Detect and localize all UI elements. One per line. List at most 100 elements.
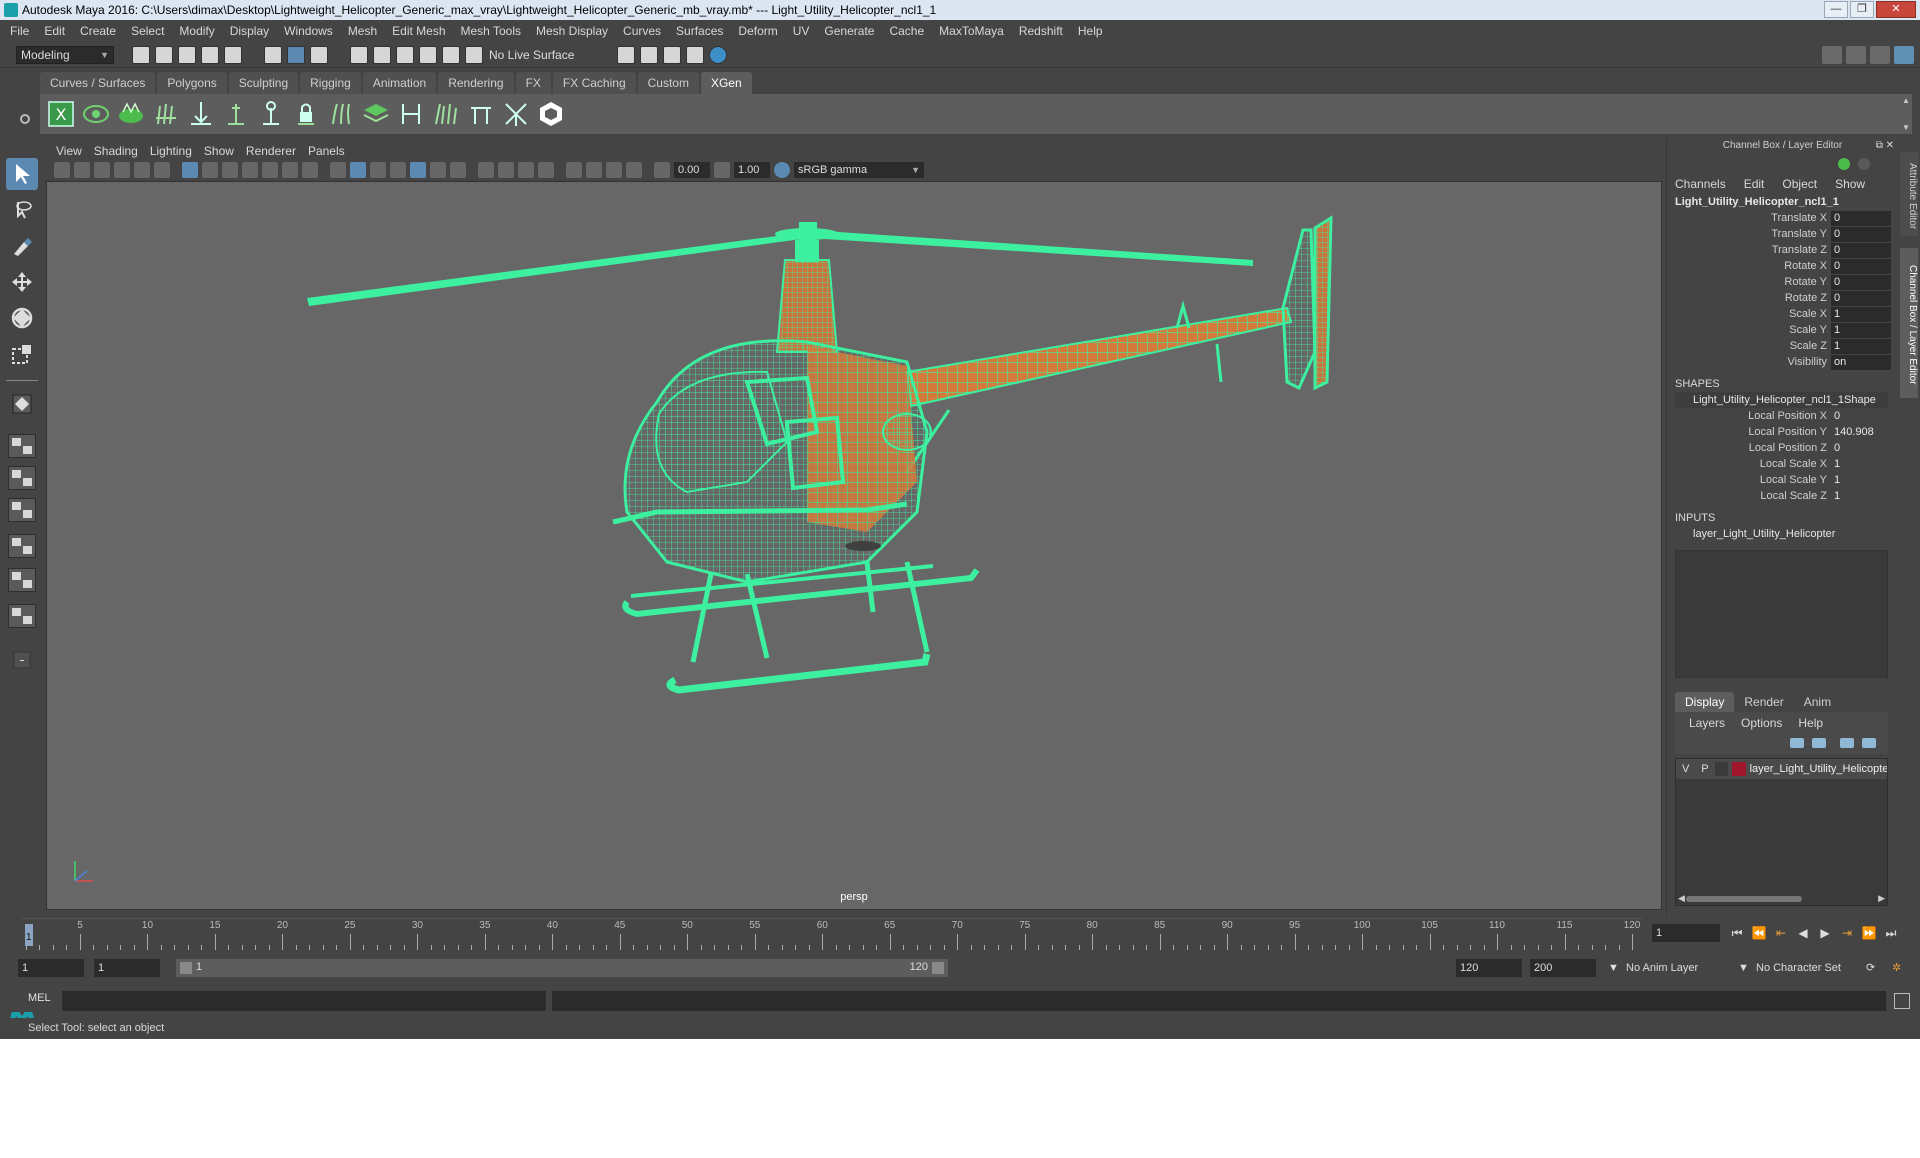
open-scene-icon[interactable]	[155, 45, 173, 64]
time-slider-track[interactable]: 5 10 15 20 25 30 35 40 45 50 55 60 65 70 75 80 85 90 95 100…	[22, 918, 1642, 950]
xgen-guides-to-curves-icon[interactable]	[326, 99, 356, 129]
shelf-tab-rendering[interactable]: Rendering	[438, 72, 514, 94]
shelf-tab-custom[interactable]: Custom	[637, 72, 699, 94]
new-scene-icon[interactable]	[132, 45, 150, 64]
play-backwards-icon[interactable]: ◀	[1794, 924, 1812, 942]
menu-display[interactable]: Display	[224, 24, 278, 38]
character-set-select[interactable]: No Character Set	[1752, 959, 1862, 977]
layer-color-swatch[interactable]	[1732, 762, 1746, 776]
live-surface-label[interactable]: No Live Surface	[489, 48, 589, 62]
layout-two-view-icon[interactable]	[8, 498, 36, 522]
tool-settings-icon[interactable]	[1870, 46, 1890, 64]
minimize-button[interactable]: —	[1824, 1, 1848, 18]
layer-tab-render[interactable]: Render	[1734, 692, 1793, 712]
layout-single-view-icon[interactable]	[8, 466, 36, 490]
shelf-scroll-down-icon[interactable]: ▼	[1902, 123, 1912, 132]
close-button[interactable]: ✕	[1876, 1, 1916, 18]
save-scene-icon[interactable]	[178, 45, 196, 64]
shelf-gear-icon[interactable]	[20, 114, 30, 124]
anim-layer-select[interactable]: No Anim Layer	[1622, 959, 1740, 977]
channel-box-icon[interactable]	[1894, 46, 1914, 64]
menu-create[interactable]: Create	[74, 24, 125, 38]
playback-end-field[interactable]: 120	[1456, 959, 1522, 977]
channel-rotate-z[interactable]: Rotate Z 0	[1667, 290, 1898, 306]
move-layer-down-icon[interactable]	[1812, 738, 1826, 748]
time-slider[interactable]: 5 10 15 20 25 30 35 40 45 50 55 60 65 70 75 80 85 90 95 100…	[0, 916, 1920, 952]
scrollbar-thumb[interactable]	[1686, 896, 1802, 902]
menu-mesh[interactable]: Mesh	[342, 24, 386, 38]
shelf-tab-curves-surfaces[interactable]: Curves / Surfaces	[40, 72, 156, 94]
layout-hypershade-view-icon[interactable]	[8, 604, 36, 628]
viewport-menu-shading[interactable]: Shading	[92, 144, 148, 158]
viewport-menu-show[interactable]: Show	[202, 144, 244, 158]
channel-scale-y[interactable]: Scale Y 1	[1667, 322, 1898, 338]
layout-outliner-view-icon[interactable]	[8, 534, 36, 558]
menu-help[interactable]: Help	[1072, 24, 1112, 38]
scale-tool-icon[interactable]	[6, 338, 38, 370]
channel-value[interactable]: 1	[1831, 322, 1891, 338]
channel-value[interactable]: 0	[1831, 274, 1891, 290]
menu-modify[interactable]: Modify	[173, 24, 223, 38]
anim-layer-dropdown-icon[interactable]: ▼	[1734, 959, 1750, 977]
anim-prefs-icon[interactable]: ✲	[1888, 959, 1910, 977]
layout-graph-view-icon[interactable]	[8, 568, 36, 592]
redo-icon[interactable]	[224, 45, 242, 64]
new-layer-icon[interactable]	[1840, 738, 1854, 748]
snap-view-plane-icon[interactable]	[419, 45, 437, 64]
camera-attributes-icon[interactable]	[74, 162, 90, 178]
layer-name[interactable]: layer_Light_Utility_Helicopter	[1750, 763, 1887, 775]
move-tool-icon[interactable]	[6, 266, 38, 298]
channel-value[interactable]: 0	[1831, 242, 1891, 258]
ambient-occlusion-icon[interactable]	[478, 162, 494, 178]
channel-value[interactable]: 0	[1831, 210, 1891, 226]
wireframe-icon[interactable]	[330, 162, 346, 178]
xgen-sculpt-guide-icon[interactable]	[256, 99, 286, 129]
hypershade-icon[interactable]	[709, 45, 727, 64]
viewport-menu-renderer[interactable]: Renderer	[244, 144, 306, 158]
go-to-end-icon[interactable]: ⏭	[1882, 924, 1900, 942]
bookmark-icon[interactable]	[94, 162, 110, 178]
shape-local-scale-x[interactable]: Local Scale X 1	[1667, 456, 1898, 472]
channel-menu-object[interactable]: Object	[1782, 177, 1817, 191]
isolate-select-icon[interactable]	[566, 162, 582, 178]
layer-tab-anim[interactable]: Anim	[1794, 692, 1841, 712]
menu-generate[interactable]: Generate	[818, 24, 883, 38]
channel-translate-y[interactable]: Translate Y 0	[1667, 226, 1898, 242]
xray-components-icon[interactable]	[626, 162, 642, 178]
shelf-tab-sculpting[interactable]: Sculpting	[228, 72, 299, 94]
view-transform-select[interactable]: sRGB gamma	[794, 162, 924, 178]
play-forwards-icon[interactable]: ▶	[1816, 924, 1834, 942]
mode-selector[interactable]: Modeling	[16, 45, 114, 64]
menu-edit[interactable]: Edit	[38, 24, 74, 38]
menu-deform[interactable]: Deform	[732, 24, 786, 38]
channel-menu-show[interactable]: Show	[1835, 177, 1865, 191]
shelf-tab-fx-caching[interactable]: FX Caching	[552, 72, 636, 94]
toolbox-more-icon[interactable]	[6, 644, 38, 676]
smooth-shade-icon[interactable]	[350, 162, 366, 178]
layer-tab-display[interactable]: Display	[1675, 692, 1735, 712]
shelf-tab-polygons[interactable]: Polygons	[157, 72, 227, 94]
lasso-tool-icon[interactable]	[6, 194, 38, 226]
shadows-icon[interactable]	[450, 162, 466, 178]
shape-local-scale-z[interactable]: Local Scale Z 1	[1667, 488, 1898, 504]
menu-edit-mesh[interactable]: Edit Mesh	[386, 24, 454, 38]
viewport-menu-lighting[interactable]: Lighting	[148, 144, 202, 158]
layer-menu-layers[interactable]: Layers	[1689, 716, 1725, 730]
camera-select-icon[interactable]	[54, 162, 70, 178]
scroll-right-icon[interactable]: ▶	[1878, 893, 1885, 904]
shape-node-name[interactable]: Light_Utility_Helicopter_ncl1_1Shape	[1675, 392, 1888, 408]
channel-value[interactable]: 0	[1831, 441, 1891, 456]
render-frame-icon[interactable]	[640, 45, 658, 64]
shelf-tab-rigging[interactable]: Rigging	[300, 72, 361, 94]
motion-blur-icon[interactable]	[498, 162, 514, 178]
shape-local-position-y[interactable]: Local Position Y 140.908	[1667, 424, 1898, 440]
channel-scale-z[interactable]: Scale Z 1	[1667, 338, 1898, 354]
snap-curve-icon[interactable]	[373, 45, 391, 64]
exposure-icon[interactable]	[654, 162, 670, 178]
select-object-icon[interactable]	[287, 45, 305, 64]
modeling-toolkit-icon[interactable]	[1822, 46, 1842, 64]
channel-rotate-y[interactable]: Rotate Y 0	[1667, 274, 1898, 290]
layer-menu-help[interactable]: Help	[1798, 716, 1823, 730]
xgen-cut-icon[interactable]	[466, 99, 496, 129]
layer-playback-toggle[interactable]: P	[1695, 763, 1714, 775]
